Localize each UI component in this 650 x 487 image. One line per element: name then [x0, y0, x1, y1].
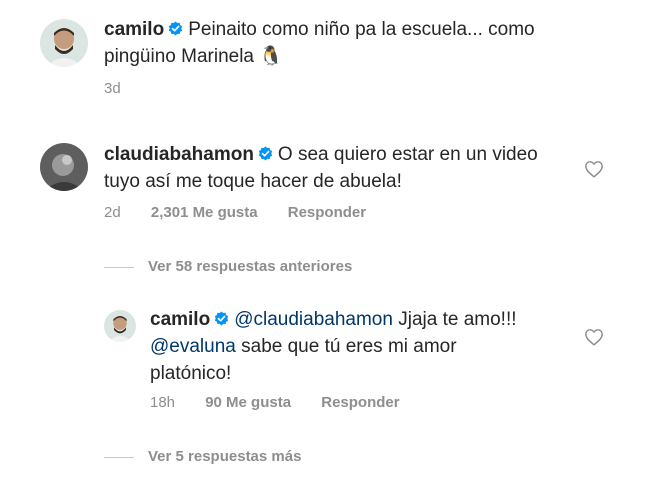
penguin-emoji-icon: 🐧 [259, 46, 283, 67]
caption-text: camilo Peinaito como niño pa la escuela..… [104, 16, 604, 70]
comment-text: claudiabahamon O sea quiero estar en un v… [104, 141, 574, 195]
caption-username[interactable]: camilo [104, 19, 164, 40]
verified-badge-icon [214, 311, 229, 326]
reply-reply-button[interactable]: Responder [321, 394, 399, 411]
avatar-claudiabahamon[interactable] [40, 143, 88, 191]
comment-reply-button[interactable]: Responder [288, 204, 366, 221]
reply-meta: 18h 90 Me gusta Responder [150, 394, 426, 411]
avatar-image [40, 143, 88, 191]
divider-line [104, 456, 134, 458]
caption-meta: 3d [104, 80, 147, 97]
instagram-comments-view: camilo Peinaito como niño pa la escuela..… [0, 0, 650, 487]
reply-text: camilo @claudiabahamon Jjaja te amo!!! @e… [150, 306, 530, 387]
comment-meta: 2d 2,301 Me gusta Responder [104, 204, 392, 221]
mention-evaluna[interactable]: @evaluna [150, 336, 236, 357]
caption-time: 3d [104, 80, 121, 97]
reply-time: 18h [150, 394, 176, 411]
divider-line [104, 266, 134, 268]
reply-body-1: Jjaja te amo!!! [398, 309, 517, 330]
view-previous-replies-label: Ver 58 respuestas anteriores [148, 258, 353, 275]
comment-time: 2d [104, 204, 121, 221]
avatar-camilo-reply[interactable] [104, 310, 136, 342]
avatar-image [104, 310, 136, 342]
avatar-image [40, 19, 88, 67]
view-previous-replies-button[interactable]: Ver 58 respuestas anteriores [104, 258, 352, 275]
comment-username[interactable]: claudiabahamon [104, 144, 254, 165]
view-more-replies-button[interactable]: Ver 5 respuestas más [104, 448, 301, 465]
avatar-camilo-caption[interactable] [40, 19, 88, 67]
comment-likes[interactable]: 2,301 Me gusta [151, 204, 258, 221]
like-reply-heart-icon[interactable] [584, 328, 604, 346]
reply-likes[interactable]: 90 Me gusta [205, 394, 291, 411]
view-more-replies-label: Ver 5 respuestas más [148, 448, 302, 465]
verified-badge-icon [168, 21, 183, 36]
like-comment-heart-icon[interactable] [584, 160, 604, 178]
verified-badge-icon [258, 146, 273, 161]
mention-claudiabahamon[interactable]: @claudiabahamon [234, 309, 393, 330]
reply-username[interactable]: camilo [150, 309, 210, 330]
